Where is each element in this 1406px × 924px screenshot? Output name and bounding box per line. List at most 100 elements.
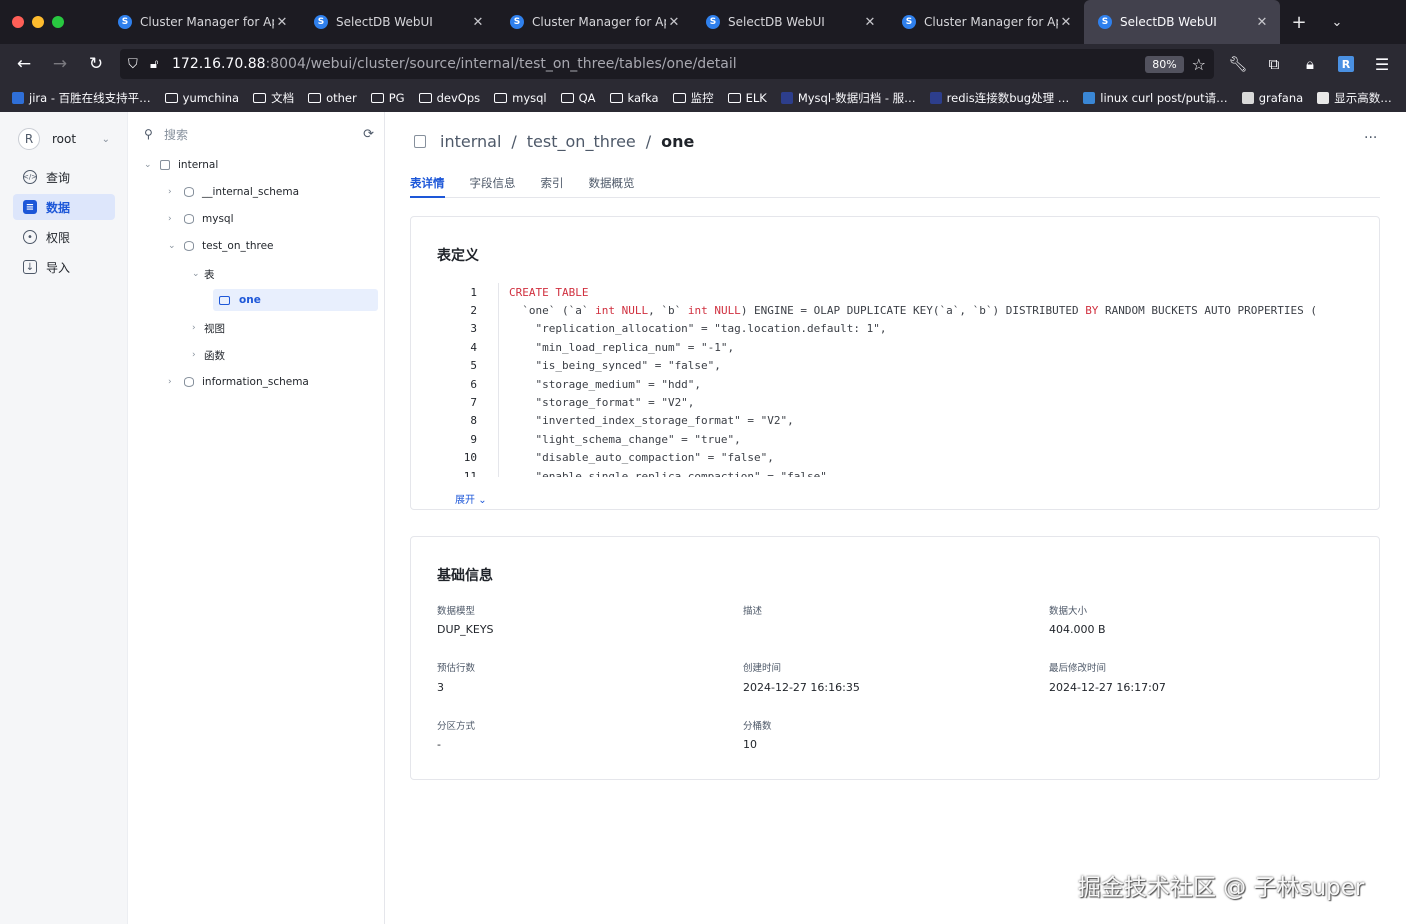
bookmark-item[interactable]: PG [370, 91, 405, 105]
tree-node-table-one[interactable]: one [213, 289, 378, 311]
bookmark-item[interactable]: Mysql-数据归档 - 服… [780, 90, 916, 106]
bookmark-item[interactable]: linux curl post/put请… [1083, 90, 1228, 106]
tree-node-tables[interactable]: ⌄ 表 [192, 263, 374, 285]
bookmark-label: other [326, 91, 357, 105]
window-controls [0, 16, 104, 28]
tree-node-functions[interactable]: › 函数 [192, 344, 374, 366]
close-icon[interactable]: ✕ [470, 15, 486, 30]
minimize-window-button[interactable] [32, 16, 44, 28]
tree-node-internal-schema[interactable]: › __internal_schema [168, 181, 374, 203]
tree-node-views[interactable]: › 视图 [192, 317, 374, 339]
tree-node-information-schema[interactable]: › information_schema [168, 371, 374, 393]
bookmark-item[interactable]: other [308, 91, 357, 105]
ddl-code-viewer[interactable]: 1 CREATE TABLE 2 `one` (`a` int NULL, `b` … [437, 283, 1357, 477]
bookmark-item[interactable]: yumchina [164, 91, 239, 105]
chevron-right-icon[interactable]: › [192, 350, 204, 360]
expand-button[interactable]: 展开 ⌄ [455, 491, 487, 506]
breadcrumb-database[interactable]: test_on_three [527, 132, 636, 151]
tab-data-overview[interactable]: 数据概览 [589, 174, 635, 198]
chevron-down-icon[interactable]: ⌄ [168, 241, 180, 251]
reload-button[interactable]: ↻ [78, 48, 114, 80]
nav-item-query[interactable]: </> 查询 [13, 164, 115, 190]
close-window-button[interactable] [12, 16, 24, 28]
chevron-right-icon[interactable]: › [168, 214, 180, 224]
code-text: "disable_auto_compaction" = "false", [509, 451, 774, 465]
code-text: "enable_single_replica_compaction" = "fa… [509, 469, 834, 477]
chevron-down-icon[interactable]: ⌄ [192, 269, 204, 279]
menu-icon[interactable]: ☰ [1364, 48, 1400, 80]
browser-tab[interactable]: S SelectDB WebUI ✕ [1084, 0, 1280, 44]
breadcrumb-separator: / [511, 132, 517, 151]
shield-icon[interactable]: ⛉ [128, 57, 150, 72]
close-icon[interactable]: ✕ [666, 15, 682, 30]
browser-tab-title: Cluster Manager for Apach [140, 15, 274, 29]
tree-node-test-on-three[interactable]: ⌄ test_on_three [168, 235, 374, 257]
tab-list-chevron-icon[interactable]: ⌄ [1318, 0, 1356, 44]
chevron-right-icon[interactable]: › [168, 187, 180, 197]
browser-tab[interactable]: S Cluster Manager for Apach✕ [104, 0, 300, 44]
nav-item-permissions[interactable]: • 权限 [13, 224, 115, 250]
more-actions-icon[interactable]: ··· [1364, 130, 1377, 146]
tree-search[interactable]: ⚲ 搜索 ⟳ [144, 124, 374, 144]
search-input[interactable]: 搜索 [164, 126, 188, 143]
back-button[interactable]: ← [6, 48, 42, 80]
selectdb-favicon-icon: S [1098, 15, 1112, 29]
bookmark-item[interactable]: mysql [494, 91, 547, 105]
chevron-right-icon[interactable]: › [168, 377, 180, 387]
bookmark-item[interactable]: ELK [727, 91, 767, 105]
line-number: 8 [470, 414, 477, 428]
bookmark-item[interactable]: 显示高数… [1317, 90, 1392, 106]
nav-item-data[interactable]: ≡ 数据 [13, 194, 115, 220]
wrench-icon[interactable]: 🔧︎ [1220, 48, 1256, 80]
browser-tab-bar: SCluster Manager for Apach✕SSelectDB Web… [0, 0, 1406, 44]
close-icon[interactable]: ✕ [274, 15, 290, 30]
code-text: "light_schema_change" = "true", [509, 432, 741, 446]
bookmark-item[interactable]: jira - 百胜在线支持平… [12, 90, 151, 106]
bookmark-item[interactable]: grafana [1241, 91, 1303, 105]
nav-item-label: 导入 [46, 260, 71, 275]
tab-index[interactable]: 索引 [541, 174, 564, 198]
tree-node-label: mysql [202, 213, 234, 225]
user-menu[interactable]: R root ⌄ [18, 127, 110, 151]
extensions-icon[interactable]: ⧉ [1256, 48, 1292, 80]
zoom-level-badge[interactable]: 80% [1145, 55, 1184, 73]
address-bar[interactable]: ⛉ 🔓︎ 172.16.70.88:8004/webui/cluster/sou… [120, 49, 1214, 79]
bookmark-label: ELK [745, 91, 767, 105]
browser-tab[interactable]: S Cluster Manager for Apach✕ [888, 0, 1084, 44]
folder-icon [727, 93, 741, 103]
bookmark-item[interactable]: 监控 [672, 90, 714, 106]
close-icon[interactable]: ✕ [862, 15, 878, 30]
new-tab-button[interactable]: + [1280, 0, 1318, 44]
nav-item-import[interactable]: ↓ 导入 [13, 254, 115, 280]
bookmark-item[interactable]: redis连接数bug处理 … [929, 90, 1069, 106]
profile-extension-button[interactable]: R [1328, 48, 1364, 80]
code-line: 8 "inverted_index_storage_format" = "V2"… [437, 411, 1357, 431]
refresh-icon[interactable]: ⟳ [363, 127, 374, 142]
breadcrumb-catalog[interactable]: internal [440, 132, 501, 151]
bookmark-star-icon[interactable]: ☆ [1192, 55, 1206, 74]
tab-table-detail[interactable]: 表详情 [410, 174, 445, 198]
lock-icon[interactable]: 🔒︎ [1292, 48, 1328, 80]
bookmark-item[interactable]: devOps [418, 91, 480, 105]
close-icon[interactable]: ✕ [1058, 15, 1074, 30]
insecure-lock-icon[interactable]: 🔓︎ [150, 57, 172, 72]
close-icon[interactable]: ✕ [1254, 15, 1270, 30]
chevron-right-icon[interactable]: › [192, 323, 204, 333]
browser-tab[interactable]: S Cluster Manager for Apach✕ [496, 0, 692, 44]
chevron-down-icon[interactable]: ⌄ [144, 160, 156, 170]
site-favicon-icon [780, 92, 793, 104]
browser-tab[interactable]: S SelectDB WebUI ✕ [692, 0, 888, 44]
code-keyword: BY [1085, 304, 1099, 318]
tree-node-internal[interactable]: ⌄ internal [144, 154, 374, 176]
bookmark-item[interactable]: QA [560, 91, 596, 105]
breadcrumb-separator: / [645, 132, 652, 151]
bookmark-item[interactable]: kafka [609, 91, 659, 105]
code-line: 3 "replication_allocation" = "tag.locati… [437, 319, 1357, 339]
browser-nav-bar: ← → ↻ ⛉ 🔓︎ 172.16.70.88:8004/webui/clust… [0, 44, 1406, 84]
browser-tab[interactable]: S SelectDB WebUI ✕ [300, 0, 496, 44]
tab-field-info[interactable]: 字段信息 [470, 174, 516, 198]
forward-button[interactable]: → [42, 48, 78, 80]
bookmark-item[interactable]: 文档 [253, 90, 294, 106]
tree-node-mysql[interactable]: › mysql [168, 208, 374, 230]
maximize-window-button[interactable] [52, 16, 64, 28]
